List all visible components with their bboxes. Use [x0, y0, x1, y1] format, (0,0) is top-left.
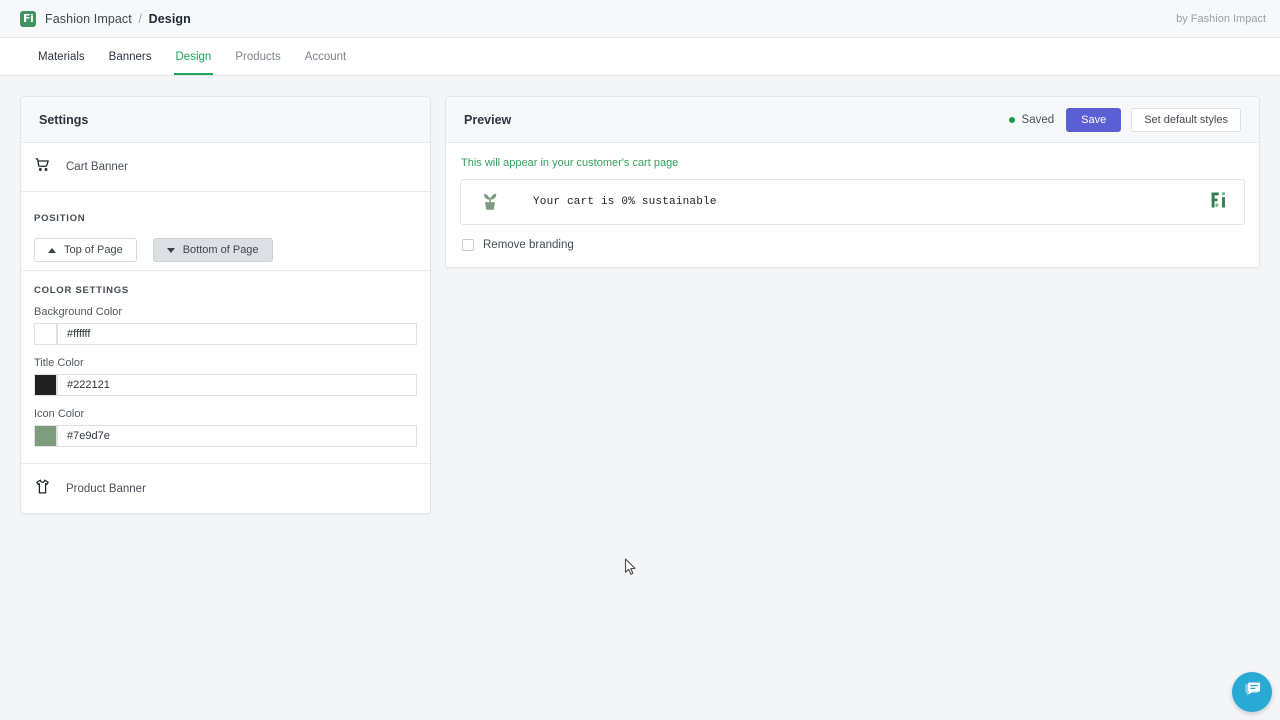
preview-title: Preview	[464, 113, 511, 127]
cart-banner-row[interactable]: Cart Banner	[21, 143, 430, 192]
breadcrumb: Fashion Impact / Design	[45, 12, 191, 26]
preview-body: This will appear in your customer's cart…	[446, 143, 1259, 267]
position-bottom-label: Bottom of Page	[183, 244, 259, 256]
background-color-field: Background Color	[34, 306, 417, 345]
preview-actions: Saved Save Set default styles	[1009, 108, 1241, 132]
chat-widget-button[interactable]	[1232, 672, 1272, 712]
banner-brand-logo-icon	[1210, 190, 1230, 215]
title-color-label: Title Color	[34, 357, 417, 369]
settings-panel-header: Settings	[21, 97, 430, 143]
color-settings-section: COLOR SETTINGS Background Color Title Co…	[21, 271, 430, 464]
title-color-swatch[interactable]	[34, 374, 57, 396]
cart-banner-preview-text: Your cart is 0% sustainable	[533, 196, 717, 208]
top-bar: Fi Fashion Impact / Design by Fashion Im…	[0, 0, 1280, 38]
status-dot-icon	[1009, 117, 1015, 123]
triangle-down-icon	[167, 248, 175, 253]
background-color-label: Background Color	[34, 306, 417, 318]
cart-banner-label: Cart Banner	[66, 161, 128, 173]
brand[interactable]: Fi Fashion Impact / Design	[20, 11, 191, 27]
triangle-up-icon	[48, 248, 56, 253]
shopping-cart-icon	[34, 156, 51, 178]
preview-note: This will appear in your customer's cart…	[460, 157, 1245, 169]
tab-products[interactable]: Products	[223, 38, 292, 75]
tab-design[interactable]: Design	[164, 38, 224, 75]
remove-branding-label[interactable]: Remove branding	[483, 239, 574, 251]
remove-branding-checkbox[interactable]	[462, 239, 474, 251]
position-section: POSITION Top of Page Bottom of Page	[21, 192, 430, 271]
cart-banner-preview: Your cart is 0% sustainable	[460, 179, 1245, 225]
mouse-pointer-icon	[624, 558, 637, 581]
icon-color-label: Icon Color	[34, 408, 417, 420]
position-bottom-of-page-button[interactable]: Bottom of Page	[153, 238, 273, 262]
tab-banners[interactable]: Banners	[97, 38, 164, 75]
status-label: Saved	[1022, 114, 1055, 126]
set-default-styles-button[interactable]: Set default styles	[1131, 108, 1241, 132]
preview-panel: Preview Saved Save Set default styles Th…	[445, 96, 1260, 268]
product-banner-label: Product Banner	[66, 483, 146, 495]
logo-text: Fi	[23, 13, 33, 24]
nav-tabs: Materials Banners Design Products Accoun…	[0, 38, 1280, 76]
tab-account[interactable]: Account	[293, 38, 359, 75]
position-options: Top of Page Bottom of Page	[34, 238, 417, 262]
fashion-impact-logo-icon: Fi	[20, 11, 36, 27]
plant-seedling-icon	[479, 188, 501, 217]
title-color-field: Title Color	[34, 357, 417, 396]
title-color-input[interactable]	[57, 374, 417, 396]
tab-materials[interactable]: Materials	[26, 38, 97, 75]
tshirt-icon	[34, 478, 51, 500]
icon-color-field: Icon Color	[34, 408, 417, 447]
icon-color-swatch[interactable]	[34, 425, 57, 447]
breadcrumb-separator: /	[138, 12, 142, 26]
position-top-of-page-button[interactable]: Top of Page	[34, 238, 137, 262]
settings-panel: Settings Cart Banner POSITION Top of Pag…	[20, 96, 431, 514]
workspace: Settings Cart Banner POSITION Top of Pag…	[0, 76, 1280, 720]
background-color-swatch[interactable]	[34, 323, 57, 345]
remove-branding-row: Remove branding	[460, 239, 1245, 251]
position-section-label: POSITION	[34, 213, 85, 224]
chat-bubble-icon	[1242, 680, 1262, 705]
icon-color-input[interactable]	[57, 425, 417, 447]
save-button[interactable]: Save	[1066, 108, 1121, 132]
color-settings-label: COLOR SETTINGS	[34, 285, 417, 296]
byline: by Fashion Impact	[1176, 13, 1266, 25]
status-badge: Saved	[1009, 114, 1055, 126]
preview-panel-header: Preview Saved Save Set default styles	[446, 97, 1259, 143]
breadcrumb-current: Design	[149, 12, 191, 26]
breadcrumb-app[interactable]: Fashion Impact	[45, 12, 132, 26]
position-top-label: Top of Page	[64, 244, 123, 256]
settings-title: Settings	[39, 113, 88, 127]
product-banner-row[interactable]: Product Banner	[21, 464, 430, 513]
background-color-input[interactable]	[57, 323, 417, 345]
